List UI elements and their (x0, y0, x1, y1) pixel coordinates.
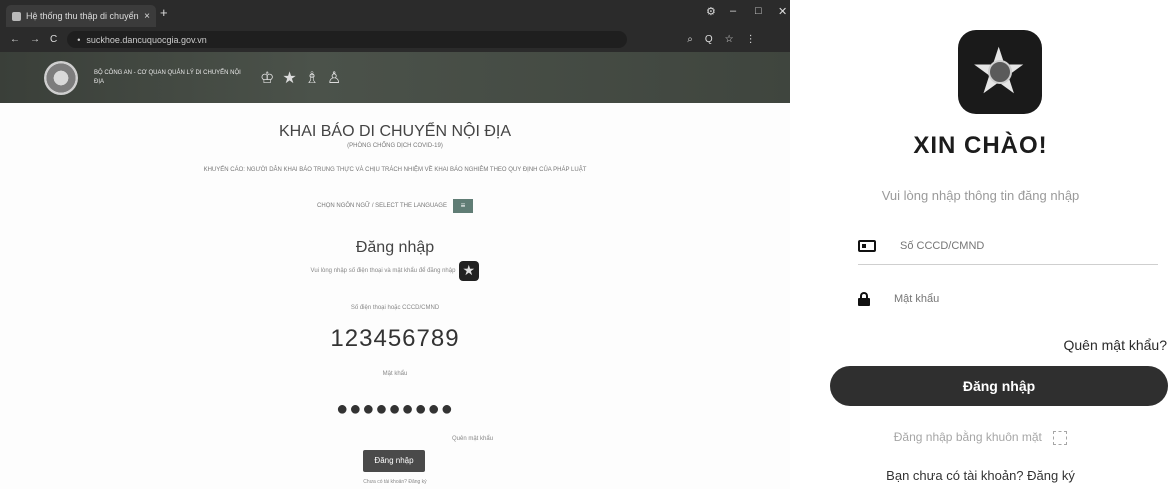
close-tab-icon[interactable]: × (144, 11, 150, 22)
forward-icon[interactable]: → (30, 34, 40, 45)
maximize-button[interactable]: □ (755, 5, 762, 17)
app-logo-icon: ★ (958, 30, 1042, 114)
minimize-button[interactable]: – (730, 5, 736, 17)
medal-icon: ★ (282, 69, 297, 87)
mobile-login-screen: ★ XIN CHÀO! Vui lòng nhập thông tin đăng… (790, 0, 1171, 489)
url-input[interactable]: • suckhoe.dancuquocgia.gov.vn (67, 31, 628, 48)
medal-icon: ♗ (304, 69, 320, 87)
medals: ♔ ★ ♗ ♙ (260, 68, 341, 88)
police-emblem-icon (44, 60, 78, 95)
id-card-icon (858, 240, 876, 252)
login-button[interactable]: Đăng nhập (830, 366, 1168, 406)
menu-icon[interactable]: ⋮ (746, 34, 756, 45)
medal-icon: ♔ (260, 69, 275, 87)
password-input[interactable]: ●●●●●●●●● (0, 398, 790, 421)
face-login-label: Đăng nhập bằng khuôn mặt (893, 430, 1042, 444)
reload-icon[interactable]: C (50, 34, 57, 45)
forgot-password-link[interactable]: Quên mật khẩu? (1063, 337, 1167, 353)
new-tab-button[interactable]: + (160, 5, 168, 20)
tab-bar: Hệ thống thu thập di chuyển × + ⚙ – □ ✕ (0, 0, 790, 27)
phone-input[interactable]: 123456789 (0, 325, 790, 353)
site-banner: BỘ CÔNG AN - CƠ QUAN QUẢN LÝ DI CHUYỂN N… (0, 52, 790, 103)
app-badge-icon (459, 261, 480, 281)
login-hint: Vui lòng nhập số điện thoại và mật khẩu … (0, 261, 790, 281)
browser-window: Hệ thống thu thập di chuyển × + ⚙ – □ ✕ … (0, 0, 790, 489)
login-button[interactable]: Đăng nhập (363, 450, 425, 472)
id-field-row (858, 240, 1158, 265)
tab-title: Hệ thống thu thập di chuyển (26, 11, 139, 21)
browser-tab[interactable]: Hệ thống thu thập di chuyển × (6, 5, 156, 27)
password-label: Mật khẩu (382, 371, 408, 377)
banner-text: BỘ CÔNG AN - CƠ QUAN QUẢN LÝ DI CHUYỂN N… (94, 69, 241, 85)
bookmark-icon[interactable]: ☆ (725, 34, 734, 45)
back-icon[interactable]: ← (10, 34, 20, 45)
login-hint-text: Vui lòng nhập số điện thoại và mật khẩu … (310, 268, 456, 274)
toolbar-icons: ⌕ Q ☆ ⋮ (687, 34, 755, 45)
language-selector: CHỌN NGÔN NGỮ / SELECT THE LANGUAGE ≡ (0, 199, 790, 213)
password-field-row (858, 292, 1158, 316)
language-label: CHỌN NGÔN NGỮ / SELECT THE LANGUAGE (317, 203, 447, 209)
password-input[interactable] (894, 293, 1114, 305)
greeting-title: XIN CHÀO! (913, 132, 1048, 159)
face-login-link[interactable]: Đăng nhập bằng khuôn mặt (790, 430, 1171, 445)
face-scan-icon (1053, 430, 1068, 445)
address-bar: ← → C • suckhoe.dancuquocgia.gov.vn ⌕ Q … (0, 27, 790, 52)
lock-icon: • (77, 34, 81, 45)
settings-icon[interactable]: ⚙ (706, 5, 716, 18)
notice-text: KHUYẾN CÁO: NGƯỜI DÂN KHAI BÁO TRUNG THỰ… (203, 167, 587, 173)
login-heading: Đăng nhập (355, 239, 435, 256)
forgot-password-link[interactable]: Quên mật khẩu (452, 436, 493, 442)
language-button[interactable]: ≡ (452, 199, 473, 213)
favicon-icon (12, 11, 21, 21)
seal-icon (988, 60, 1012, 84)
phone-label: Số điện thoại hoặc CCCD/CMND (350, 305, 440, 311)
page-content: KHAI BÁO DI CHUYỂN NỘI ĐỊA (PHÒNG CHỐNG … (0, 103, 790, 489)
close-window-button[interactable]: ✕ (778, 5, 787, 18)
id-number-input[interactable] (900, 240, 1120, 252)
key-icon[interactable]: ⌕ (687, 34, 693, 45)
search-icon[interactable]: Q (705, 34, 713, 45)
page-title: KHAI BÁO DI CHUYỂN NỘI ĐỊA (278, 123, 512, 140)
lock-icon (858, 292, 870, 306)
page-subtitle: (PHÒNG CHỐNG DỊCH COVID-19) (347, 143, 443, 149)
login-prompt: Vui lòng nhập thông tin đăng nhập (881, 188, 1080, 203)
register-link[interactable]: Bạn chưa có tài khoản? Đăng ký (790, 468, 1171, 483)
medal-icon: ♙ (327, 69, 342, 87)
register-link[interactable]: Chưa có tài khoản? Đăng ký (0, 479, 790, 485)
url-text: suckhoe.dancuquocgia.gov.vn (86, 34, 207, 45)
